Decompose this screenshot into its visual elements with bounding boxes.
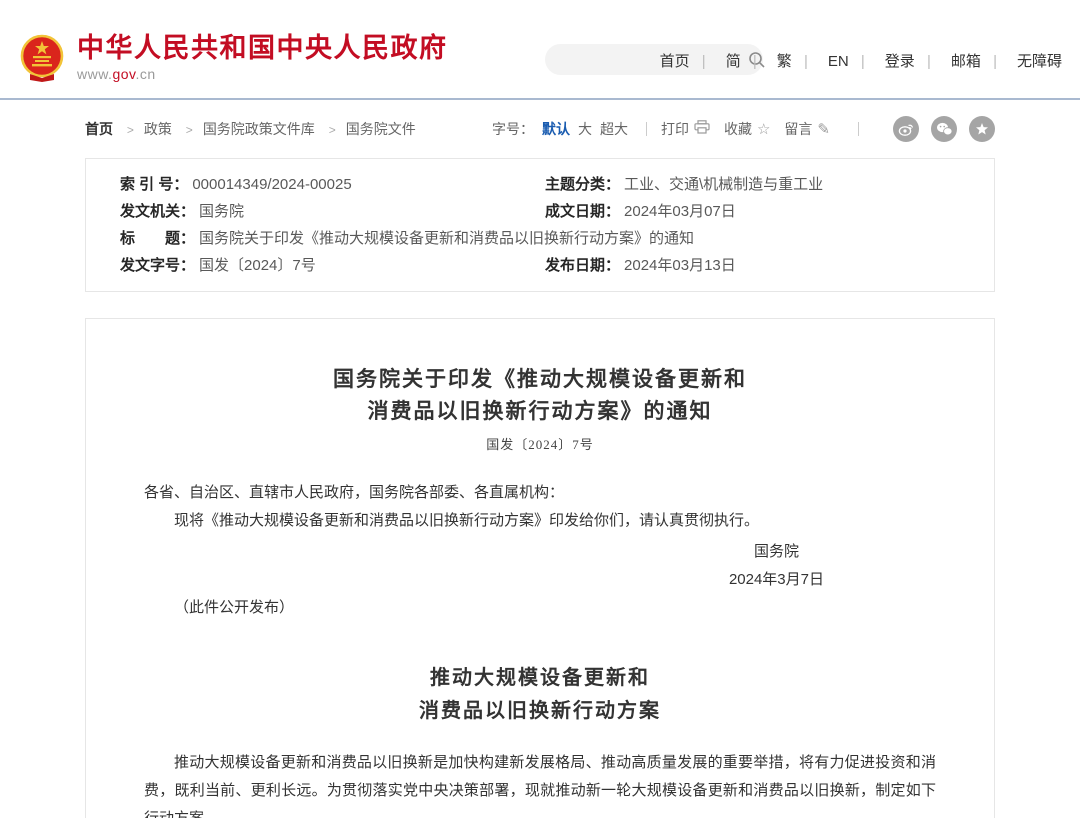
- meta-topic-label: 主题分类：: [545, 176, 620, 193]
- url-cn: .cn: [136, 66, 156, 82]
- document-meta-card: 索 引 号：000014349/2024-00025 主题分类：工业、交通\机械…: [85, 158, 995, 292]
- page-toolbar: 字号： 默认 大 超大 打印 收藏 ☆ 留言 ✎: [492, 116, 995, 142]
- font-size-large[interactable]: 大: [578, 119, 592, 139]
- document-title: 国务院关于印发《推动大规模设备更新和 消费品以旧换新行动方案》的通知: [144, 363, 936, 427]
- nav-traditional[interactable]: 繁: [749, 53, 796, 70]
- attachment-title-line2: 消费品以旧换新行动方案: [144, 695, 936, 728]
- document-body-card: 国务院关于印发《推动大规模设备更新和 消费品以旧换新行动方案》的通知 国发〔20…: [85, 318, 995, 818]
- weibo-icon[interactable]: [893, 116, 919, 142]
- printer-icon: [694, 120, 710, 138]
- toolbar-divider: [646, 122, 647, 136]
- public-release-note: （此件公开发布）: [144, 594, 936, 622]
- document-text: 各省、自治区、直辖市人民政府，国务院各部委、各直属机构： 现将《推动大规模设备更…: [144, 479, 936, 818]
- nav-simplified[interactable]: 简: [698, 53, 745, 70]
- meta-title: 标 题：国务院关于印发《推动大规模设备更新和消费品以旧换新行动方案》的通知: [120, 225, 974, 252]
- font-size-label: 字号：: [492, 119, 534, 139]
- print-label: 打印: [661, 119, 689, 139]
- document-title-line1: 国务院关于印发《推动大规模设备更新和: [144, 363, 936, 395]
- meta-written-date: 成文日期：2024年03月07日: [545, 198, 974, 225]
- meta-publish-date-value: 2024年03月13日: [624, 257, 736, 274]
- paragraph-forward: 现将《推动大规模设备更新和消费品以旧换新行动方案》印发给你们，请认真贯彻执行。: [144, 507, 936, 535]
- lead-paragraph: 推动大规模设备更新和消费品以旧换新是加快构建新发展格局、推动高质量发展的重要举措…: [144, 749, 936, 818]
- meta-topic-value: 工业、交通\机械制造与重工业: [624, 176, 823, 193]
- site-header: 中华人民共和国中央人民政府 www.gov.cn 首页 简 繁 EN 登录 邮箱…: [0, 0, 1080, 100]
- favorite-button[interactable]: 收藏 ☆: [724, 119, 770, 139]
- font-size-xlarge[interactable]: 超大: [600, 119, 628, 139]
- comment-label: 留言: [784, 119, 812, 139]
- sign-date: 2024年3月7日: [729, 566, 824, 594]
- nav-home[interactable]: 首页: [656, 53, 694, 70]
- share-icons: [881, 116, 995, 142]
- meta-publish-date-label: 发布日期：: [545, 257, 620, 274]
- signature-block: 国务院 2024年3月7日: [144, 538, 936, 594]
- meta-agency-value: 国务院: [199, 203, 244, 220]
- breadcrumb-home[interactable]: 首页: [85, 121, 113, 137]
- meta-publish-date: 发布日期：2024年03月13日: [545, 252, 974, 279]
- meta-title-value: 国务院关于印发《推动大规模设备更新和消费品以旧换新行动方案》的通知: [199, 230, 694, 247]
- favorite-label: 收藏: [724, 119, 752, 139]
- site-title: 中华人民共和国中央人民政府: [77, 33, 448, 63]
- meta-doc-no: 发文字号：国发〔2024〕7号: [120, 252, 545, 279]
- meta-index-label: 索 引 号：: [120, 176, 188, 193]
- meta-title-label: 标 题：: [120, 230, 195, 247]
- star-outline-icon: ☆: [757, 120, 770, 138]
- meta-written-date-label: 成文日期：: [545, 203, 620, 220]
- breadcrumb: 首页 政策 国务院政策文件库 国务院文件: [85, 119, 416, 139]
- toolbar-divider: [858, 122, 859, 136]
- nav-accessibility[interactable]: 无障碍: [989, 53, 1066, 70]
- url-www: www.: [77, 66, 112, 82]
- meta-agency: 发文机关：国务院: [120, 198, 545, 225]
- meta-doc-no-value: 国发〔2024〕7号: [199, 257, 316, 274]
- meta-topic: 主题分类：工业、交通\机械制造与重工业: [545, 171, 974, 198]
- nav-mailbox[interactable]: 邮箱: [923, 53, 985, 70]
- document-number: 国发〔2024〕7号: [144, 434, 936, 453]
- signer: 国务院: [729, 538, 824, 566]
- url-gov: gov: [112, 66, 135, 82]
- comment-button[interactable]: 留言 ✎: [784, 119, 830, 139]
- national-emblem-icon: [20, 34, 64, 82]
- meta-index-value: 000014349/2024-00025: [192, 176, 351, 193]
- font-size-default[interactable]: 默认: [542, 119, 570, 139]
- nav-english[interactable]: EN: [800, 53, 853, 70]
- breadcrumb-policy-library[interactable]: 国务院政策文件库: [176, 121, 315, 137]
- meta-agency-label: 发文机关：: [120, 203, 195, 220]
- attachment-title: 推动大规模设备更新和 消费品以旧换新行动方案: [144, 662, 936, 728]
- header-nav: 首页 简 繁 EN 登录 邮箱 无障碍: [656, 50, 1066, 71]
- document-title-line2: 消费品以旧换新行动方案》的通知: [144, 395, 936, 427]
- breadcrumb-policy[interactable]: 政策: [117, 121, 172, 137]
- breadcrumb-state-council-docs[interactable]: 国务院文件: [319, 121, 416, 137]
- meta-index: 索 引 号：000014349/2024-00025: [120, 171, 545, 198]
- nav-login[interactable]: 登录: [857, 53, 919, 70]
- meta-written-date-value: 2024年03月07日: [624, 203, 736, 220]
- topbar: 首页 政策 国务院政策文件库 国务院文件 字号： 默认 大 超大 打印 收藏 ☆…: [85, 100, 995, 158]
- pencil-icon: ✎: [817, 120, 830, 138]
- site-logo[interactable]: 中华人民共和国中央人民政府 www.gov.cn: [20, 33, 448, 82]
- print-button[interactable]: 打印: [661, 119, 710, 139]
- wechat-icon[interactable]: [931, 116, 957, 142]
- salutation: 各省、自治区、直辖市人民政府，国务院各部委、各直属机构：: [144, 479, 936, 507]
- favorite-share-icon[interactable]: [969, 116, 995, 142]
- meta-doc-no-label: 发文字号：: [120, 257, 195, 274]
- attachment-title-line1: 推动大规模设备更新和: [144, 662, 936, 695]
- site-url: www.gov.cn: [77, 66, 448, 82]
